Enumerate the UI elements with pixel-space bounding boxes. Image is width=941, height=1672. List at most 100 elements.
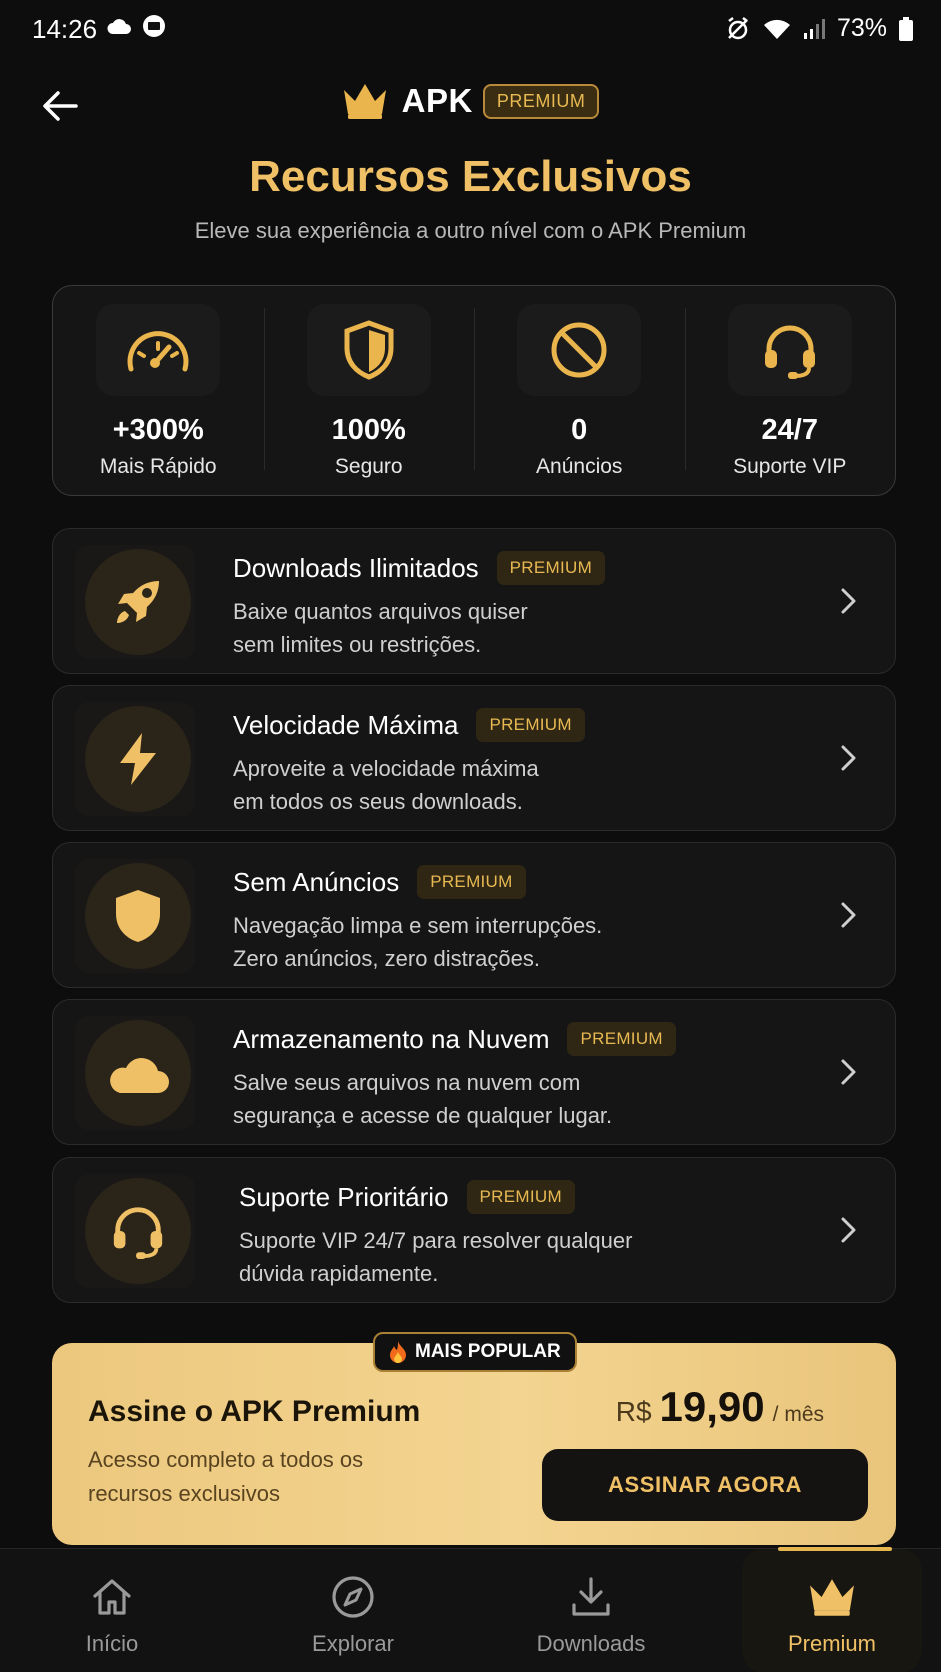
lightning-icon (120, 733, 156, 785)
status-bar: 14:26 73% (0, 0, 941, 58)
price-value: 19,90 (659, 1383, 765, 1430)
nav-icon-wrap (567, 1573, 615, 1621)
cloud-icon (110, 1058, 169, 1093)
feature-downloads-ilimitados[interactable]: Downloads Ilimitados PREMIUM Baixe quant… (52, 528, 896, 674)
crown-icon (342, 82, 388, 120)
chevron-right-icon (841, 745, 856, 771)
feature-description: Salve seus arquivos na nuvem com seguran… (233, 1070, 613, 1128)
nfc-app-icon (142, 14, 166, 38)
premium-badge: PREMIUM (482, 83, 600, 119)
compass-icon (332, 1576, 374, 1618)
price: R$ 19,90 / mês (616, 1383, 824, 1431)
stat-label: Anúncios (536, 455, 623, 478)
nav-label: Premium (787, 1631, 876, 1656)
stat-icon-box (517, 304, 642, 396)
speedometer-icon (127, 331, 189, 372)
headset-icon (113, 1207, 163, 1260)
stat-icon-box (306, 304, 431, 396)
feature-icon-circle (85, 549, 191, 655)
premium-badge: PREMIUM (476, 708, 585, 742)
feature-title-row: Armazenamento na Nuvem PREMIUM (233, 1022, 676, 1056)
shield-icon (116, 890, 160, 942)
most-popular-label: MAIS POPULAR (415, 1341, 561, 1362)
stat-value: +300% (112, 414, 204, 446)
brand-header: APK PREMIUM (0, 82, 941, 120)
nav-item-downloads[interactable]: Downloads (501, 1549, 681, 1672)
nav-item-explorar[interactable]: Explorar (263, 1549, 443, 1672)
stat-label: Suporte VIP (733, 455, 847, 478)
subscribe-description: Acesso completo a todos os recursos excl… (88, 1447, 364, 1506)
block-icon (551, 322, 607, 378)
feature-title-row: Downloads Ilimitados PREMIUM (233, 551, 606, 585)
cloud-icon (106, 16, 132, 36)
premium-badge: PREMIUM (417, 865, 526, 899)
feature-sem-anuncios[interactable]: Sem Anúncios PREMIUM Navegação limpa e s… (52, 842, 896, 988)
feature-title-row: Sem Anúncios PREMIUM (233, 865, 526, 899)
feature-description: Suporte VIP 24/7 para resolver qualquer … (239, 1228, 633, 1286)
battery-percent: 73% (836, 14, 887, 42)
nav-label: Explorar (312, 1631, 394, 1656)
bottom-nav: Início Explorar Downloads Premium (0, 1548, 941, 1672)
active-tab-indicator (778, 1547, 892, 1551)
premium-badge: PREMIUM (466, 1180, 575, 1214)
nav-icon-wrap (88, 1573, 136, 1621)
wifi-icon (763, 18, 791, 40)
premium-badge: PREMIUM (496, 551, 606, 585)
feature-icon-circle (85, 706, 191, 812)
rocket-icon (117, 581, 159, 623)
price-period: / mês (772, 1403, 824, 1426)
feature-icon-circle (85, 863, 191, 969)
chevron-right-icon (841, 1217, 856, 1243)
nav-label: Downloads (536, 1631, 646, 1656)
feature-icon-circle (85, 1020, 191, 1126)
home-icon (93, 1579, 131, 1615)
shield-icon (344, 320, 394, 380)
nav-item-inicio[interactable]: Início (22, 1549, 202, 1672)
stats-card: +300% Mais Rápido 100% Seguro 0 Anúncios… (52, 285, 896, 496)
status-icons-left (106, 14, 166, 38)
subscribe-now-button[interactable]: ASSINAR AGORA (542, 1449, 868, 1521)
stat-label: Seguro (334, 455, 403, 478)
signal-icon (803, 18, 825, 40)
feature-velocidade-maxima[interactable]: Velocidade Máxima PREMIUM Aproveite a ve… (52, 685, 896, 831)
chevron-right-icon (841, 902, 856, 928)
status-icons-right: 73% (725, 14, 913, 43)
nav-label: Início (85, 1631, 139, 1656)
stat-ads: 0 Anúncios (474, 286, 685, 495)
headset-icon (764, 325, 815, 379)
page-title: Recursos Exclusivos (249, 152, 692, 201)
feature-title: Armazenamento na Nuvem (233, 1023, 550, 1054)
stat-icon-box (727, 304, 852, 396)
feature-title-row: Velocidade Máxima PREMIUM (233, 708, 585, 742)
nav-item-premium[interactable]: Premium (742, 1549, 922, 1672)
feature-title: Suporte Prioritário (239, 1181, 449, 1212)
stat-support: 24/7 Suporte VIP (684, 286, 896, 495)
chevron-right-icon (841, 588, 856, 614)
feature-title-row: Suporte Prioritário PREMIUM (239, 1180, 575, 1214)
stat-value: 0 (571, 414, 588, 446)
nav-icon-wrap (808, 1573, 856, 1621)
feature-suporte-prioritario[interactable]: Suporte Prioritário PREMIUM Suporte VIP … (52, 1157, 896, 1303)
most-popular-badge: MAIS POPULAR (373, 1332, 577, 1372)
fire-icon (390, 1341, 406, 1363)
stat-value: 24/7 (761, 414, 818, 446)
nav-icon-wrap (329, 1573, 377, 1621)
crown-icon (810, 1579, 854, 1616)
price-currency: R$ (615, 1396, 652, 1427)
page-subtitle: Eleve sua experiência a outro nível com … (194, 218, 747, 243)
feature-title: Downloads Ilimitados (233, 552, 479, 583)
feature-icon-circle (85, 1178, 191, 1284)
stat-value: 100% (331, 414, 406, 446)
feature-description: Aproveite a velocidade máxima em todos o… (233, 756, 539, 814)
battery-icon (899, 16, 913, 41)
stat-security: 100% Seguro (263, 286, 475, 495)
chevron-right-icon (841, 1059, 856, 1085)
feature-title: Velocidade Máxima (233, 709, 459, 740)
stat-icon-box (96, 304, 221, 396)
feature-armazenamento-nuvem[interactable]: Armazenamento na Nuvem PREMIUM Salve seu… (52, 999, 896, 1145)
subscribe-card: Assine o APK Premium Acesso completo a t… (52, 1343, 896, 1545)
stat-label: Mais Rápido (99, 455, 217, 478)
status-time: 14:26 (32, 14, 98, 44)
feature-description: Navegação limpa e sem interrupções. Zero… (233, 913, 603, 971)
feature-description: Baixe quantos arquivos quiser sem limite… (233, 599, 528, 657)
